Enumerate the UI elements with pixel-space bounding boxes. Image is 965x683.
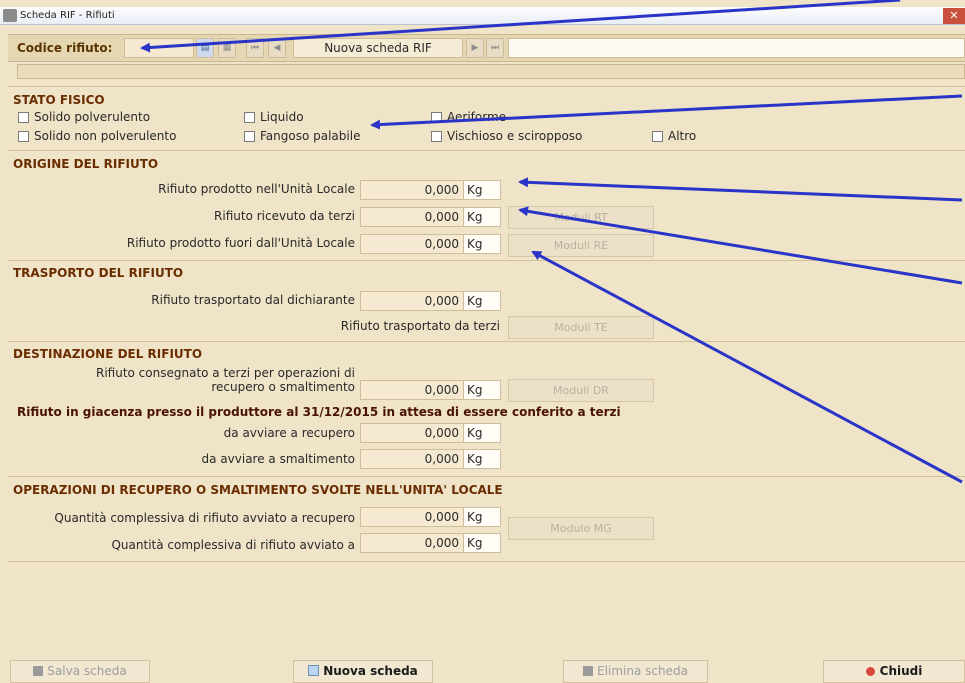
trasporto-title: TRASPORTO DEL RIFIUTO bbox=[13, 266, 184, 280]
unit-label: Kg bbox=[463, 207, 501, 227]
checkbox-altro[interactable]: Altro bbox=[652, 129, 696, 143]
last-record-icon[interactable]: ⏭ bbox=[486, 38, 504, 58]
button-label: Nuova scheda bbox=[323, 664, 418, 678]
elimina-scheda-button[interactable]: Elimina scheda bbox=[563, 660, 708, 683]
checkbox-label: Solido polverulento bbox=[34, 110, 151, 124]
unit-label: Kg bbox=[463, 449, 501, 469]
checkbox-label: Liquido bbox=[260, 110, 304, 124]
row-label: Rifiuto trasportato da terzi bbox=[340, 319, 500, 333]
checkbox-box[interactable] bbox=[18, 111, 29, 123]
row-label: Rifiuto prodotto fuori dall'Unità Locale bbox=[126, 236, 355, 250]
moduli-re-button[interactable]: Moduli RE bbox=[508, 234, 654, 257]
section-divider bbox=[8, 476, 965, 477]
window-titlebar: Scheda RIF - Rifiuti ✕ bbox=[0, 7, 965, 25]
consegnato-label-line1: Rifiuto consegnato a terzi per operazion… bbox=[95, 366, 355, 380]
section-divider bbox=[8, 150, 965, 151]
window-title: Scheda RIF - Rifiuti bbox=[20, 10, 115, 21]
app-icon bbox=[3, 9, 17, 22]
prev-record-icon[interactable]: ◀ bbox=[268, 38, 286, 58]
checkbox-label: Solido non polverulento bbox=[34, 129, 177, 143]
next-record-icon[interactable]: ▶ bbox=[466, 38, 484, 58]
checkbox-solido-polverulento[interactable]: Solido polverulento bbox=[18, 110, 150, 124]
window-close-button[interactable]: ✕ bbox=[943, 8, 965, 24]
button-label: Elimina scheda bbox=[597, 664, 688, 678]
new-document-icon bbox=[308, 665, 320, 676]
modulo-mg-button[interactable]: Modulo MG bbox=[508, 517, 654, 540]
unit-label: Kg bbox=[463, 533, 501, 553]
unit-label: Kg bbox=[463, 380, 501, 400]
qty-prodotto-fuori-ul-field[interactable]: 0,000 bbox=[360, 234, 464, 254]
codice-rifiuto-input[interactable] bbox=[124, 38, 194, 58]
moduli-rt-button[interactable]: Moduli RT bbox=[508, 206, 654, 229]
unit-label: Kg bbox=[463, 180, 501, 200]
annotation-arrow bbox=[531, 250, 963, 484]
checkbox-label: Vischioso e sciropposo bbox=[447, 129, 583, 143]
section-divider bbox=[8, 561, 965, 562]
checkbox-fangoso-palabile[interactable]: Fangoso palabile bbox=[244, 129, 360, 143]
row-label: Rifiuto ricevuto da terzi bbox=[214, 209, 355, 223]
close-icon bbox=[865, 667, 875, 676]
checkbox-box[interactable] bbox=[652, 130, 663, 142]
qty-giacenza-smaltimento-field[interactable]: 0,000 bbox=[360, 449, 464, 469]
row-label: Rifiuto trasportato dal dichiarante bbox=[151, 293, 355, 307]
origine-title: ORIGINE DEL RIFIUTO bbox=[13, 157, 159, 171]
row-label: da avviare a recupero bbox=[223, 426, 355, 440]
checkbox-box[interactable] bbox=[244, 111, 255, 123]
qty-avviato-smaltimento-field[interactable]: 0,000 bbox=[360, 533, 464, 553]
qty-avviato-recupero-field[interactable]: 0,000 bbox=[360, 507, 464, 527]
qty-prodotto-ul-field[interactable]: 0,000 bbox=[360, 180, 464, 200]
operazioni-title: OPERAZIONI DI RECUPERO O SMALTIMENTO SVO… bbox=[13, 483, 503, 497]
checkbox-box[interactable] bbox=[244, 130, 255, 142]
checkbox-box[interactable] bbox=[431, 130, 442, 142]
moduli-te-button[interactable]: Moduli TE bbox=[508, 316, 654, 339]
checkbox-aeriforme[interactable]: Aeriforme bbox=[431, 110, 506, 124]
save-icon[interactable]: ▤ bbox=[196, 38, 214, 58]
toolbar-spacer bbox=[508, 38, 965, 58]
unit-label: Kg bbox=[463, 507, 501, 527]
row-label: Quantità complessiva di rifiuto avviato … bbox=[111, 538, 355, 552]
record-toolbar: Codice rifiuto: ▤ ▦ ⏮ ◀ Nuova scheda RIF… bbox=[8, 34, 965, 62]
codice-rifiuto-label: Codice rifiuto: bbox=[17, 41, 113, 55]
unit-label: Kg bbox=[463, 423, 501, 443]
checkbox-label: Fangoso palabile bbox=[260, 129, 361, 143]
unit-label: Kg bbox=[463, 291, 501, 311]
annotation-arrow bbox=[518, 177, 963, 202]
qty-ricevuto-terzi-field[interactable]: 0,000 bbox=[360, 207, 464, 227]
checkbox-solido-non-polverulento[interactable]: Solido non polverulento bbox=[18, 129, 176, 143]
checkbox-vischioso[interactable]: Vischioso e sciropposo bbox=[431, 129, 582, 143]
salva-scheda-button[interactable]: Salva scheda bbox=[10, 660, 150, 683]
checkbox-label: Aeriforme bbox=[447, 110, 507, 124]
delete-icon bbox=[583, 666, 594, 676]
nuova-scheda-button[interactable]: Nuova scheda bbox=[293, 660, 433, 683]
qty-trasportato-dichiarante-field[interactable]: 0,000 bbox=[360, 291, 464, 311]
section-divider bbox=[8, 260, 965, 261]
moduli-dr-button[interactable]: Moduli DR bbox=[508, 379, 654, 402]
row-label: Rifiuto prodotto nell'Unità Locale bbox=[158, 182, 355, 196]
button-label: Chiudi bbox=[879, 664, 923, 678]
checkbox-box[interactable] bbox=[18, 130, 29, 142]
stato-fisico-title: STATO FISICO bbox=[13, 93, 105, 107]
button-label: Salva scheda bbox=[47, 664, 127, 678]
grid-icon[interactable]: ▦ bbox=[218, 38, 236, 58]
section-divider bbox=[8, 86, 965, 87]
save-icon bbox=[33, 666, 44, 676]
description-bar bbox=[17, 64, 965, 79]
checkbox-label: Altro bbox=[668, 129, 697, 143]
destinazione-title: DESTINAZIONE DEL RIFIUTO bbox=[13, 347, 203, 361]
checkbox-box[interactable] bbox=[431, 111, 442, 123]
first-record-icon[interactable]: ⏮ bbox=[246, 38, 264, 58]
qty-giacenza-recupero-field[interactable]: 0,000 bbox=[360, 423, 464, 443]
row-label: da avviare a smaltimento bbox=[201, 452, 355, 466]
chiudi-button[interactable]: Chiudi bbox=[823, 660, 965, 683]
giacenza-title: Rifiuto in giacenza presso il produttore… bbox=[17, 405, 621, 419]
record-nav-title: Nuova scheda RIF bbox=[293, 38, 463, 58]
unit-label: Kg bbox=[463, 234, 501, 254]
section-divider bbox=[8, 341, 965, 342]
footer-bar: Salva scheda Nuova scheda Elimina scheda… bbox=[8, 660, 965, 683]
checkbox-liquido[interactable]: Liquido bbox=[244, 110, 304, 124]
row-label: Quantità complessiva di rifiuto avviato … bbox=[54, 511, 355, 525]
qty-consegnato-terzi-field[interactable]: 0,000 bbox=[360, 380, 464, 400]
consegnato-label-line2: recupero o smaltimento bbox=[211, 380, 355, 394]
